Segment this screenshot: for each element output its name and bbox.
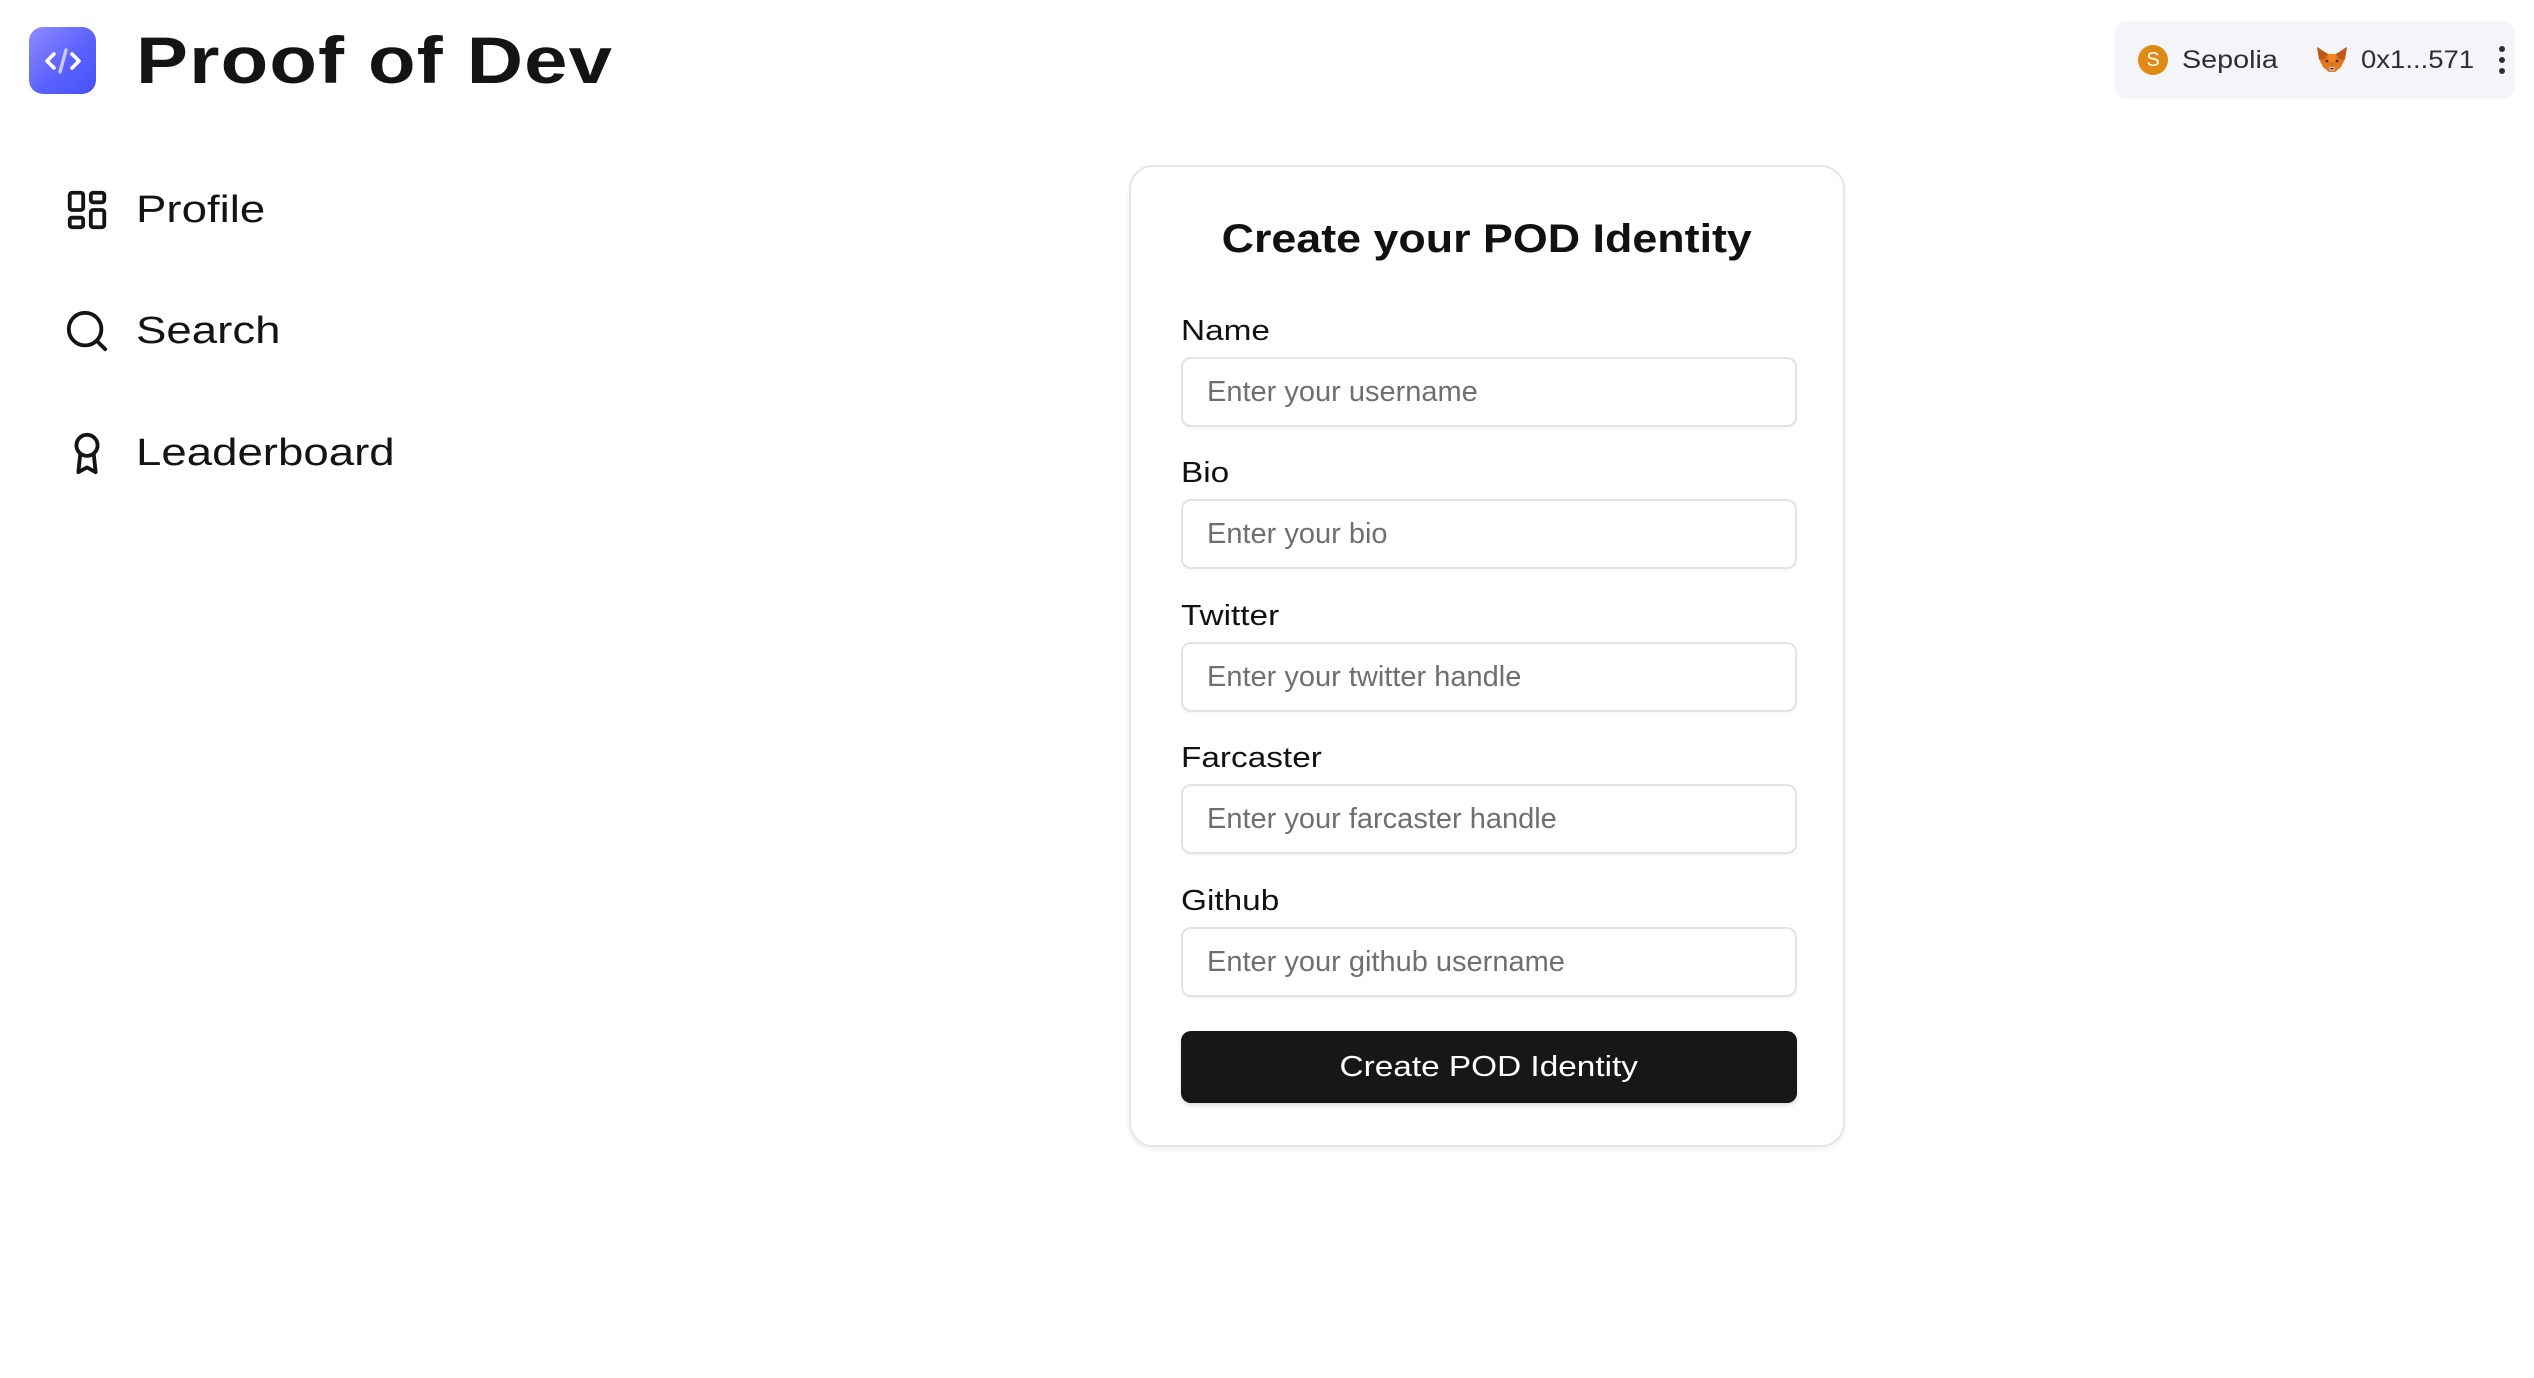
wallet-widget: S Sepolia 0x1...571 [2114,21,2515,99]
account-address: 0x1...571 [2361,45,2475,74]
card-title: Create your POD Identity [1221,217,1753,261]
twitter-input[interactable] [1181,642,1797,712]
dashboard-grid-icon [62,185,112,235]
sidebar-item-label: Search [136,309,281,352]
network-badge-icon: S [2138,45,2168,75]
app-title: Proof of Dev [136,23,614,97]
metamask-fox-icon [2317,47,2348,72]
award-ribbon-icon [62,428,112,478]
farcaster-label: Farcaster [1181,742,1322,774]
code-brackets-icon [44,47,81,74]
bio-label: Bio [1181,457,1230,489]
account-button[interactable]: 0x1...571 [2315,45,2475,75]
app-logo[interactable] [29,27,96,94]
bio-input[interactable] [1181,499,1797,569]
sidebar-item-profile[interactable]: Profile [62,175,265,245]
create-identity-card: Create your POD Identity Name Bio Twitte… [1129,165,1845,1147]
sidebar-item-label: Leaderboard [136,431,395,474]
more-vertical-icon[interactable] [2492,40,2512,80]
github-label: Github [1181,885,1280,917]
sidebar-item-label: Profile [136,188,266,231]
twitter-label: Twitter [1181,600,1280,632]
network-name: Sepolia [2182,45,2278,74]
sidebar-item-search[interactable]: Search [62,296,280,366]
farcaster-input[interactable] [1181,784,1797,854]
sidebar-item-leaderboard[interactable]: Leaderboard [62,418,395,488]
network-selector[interactable]: S Sepolia [2138,45,2278,75]
search-icon [62,306,112,356]
name-label: Name [1181,315,1270,347]
github-input[interactable] [1181,927,1797,997]
create-identity-button[interactable]: Create POD Identity [1181,1031,1797,1103]
name-input[interactable] [1181,357,1797,427]
